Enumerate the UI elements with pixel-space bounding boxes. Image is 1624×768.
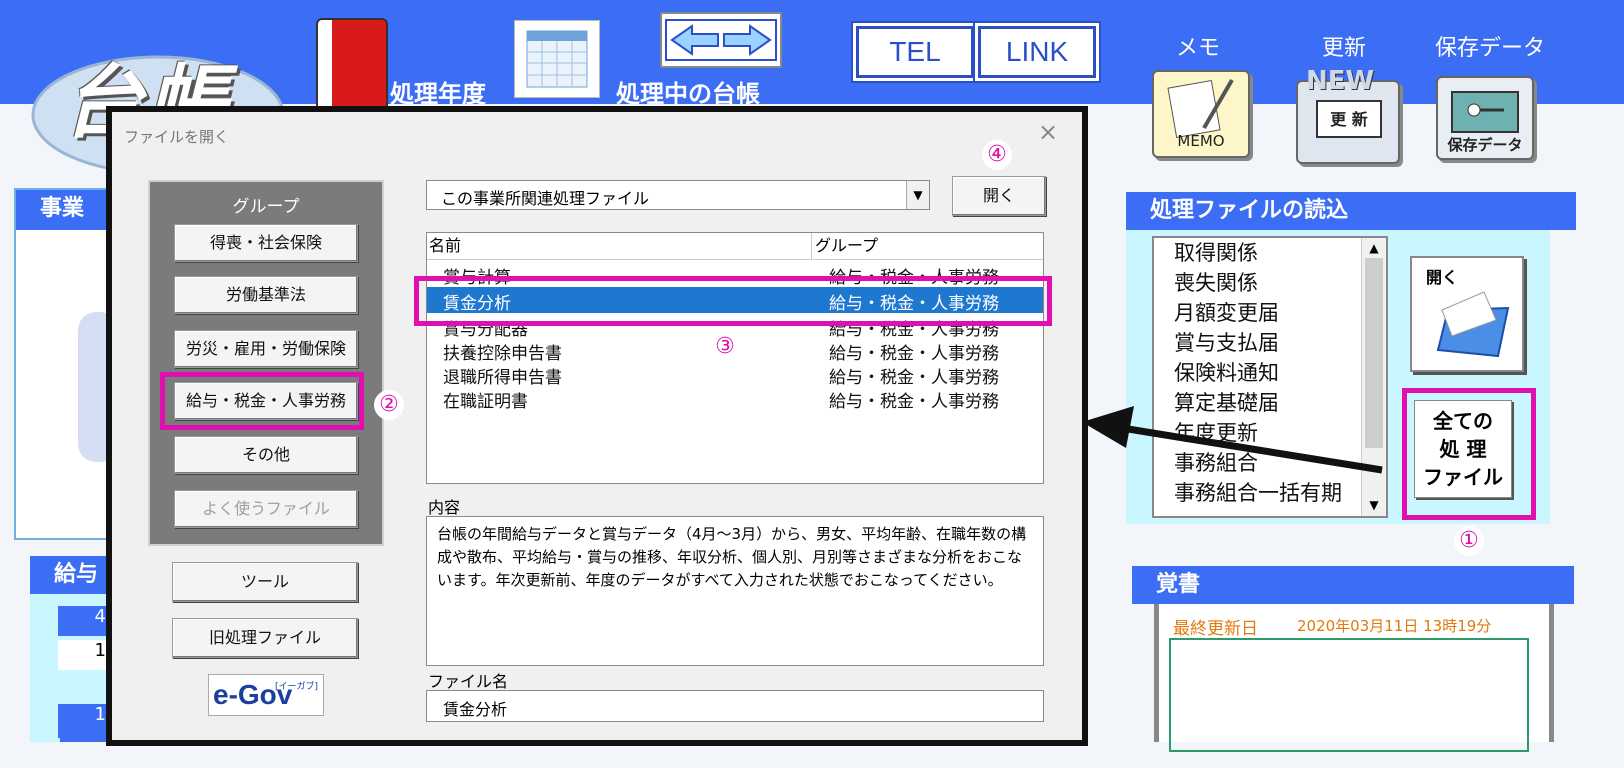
key-safe-icon (1451, 91, 1519, 133)
process-list-item[interactable]: 賞与支払届 (1174, 328, 1386, 358)
update-label: 更新 (1321, 36, 1366, 61)
filename-value: 賃金分析 (443, 700, 508, 719)
office-panel: 事業 (14, 188, 118, 540)
memo-button[interactable]: MEMO (1152, 70, 1250, 158)
marker-3: ③ (710, 332, 740, 362)
last-update-value: 2020年03月11日 13時19分 (1297, 617, 1492, 635)
new-badge-text: NEW (1306, 66, 1375, 96)
filename-input[interactable]: 賃金分析 (426, 690, 1044, 722)
egov-logo-sub: [イーガブ] (275, 682, 319, 692)
group-button-2[interactable]: 労働基準法 (174, 276, 358, 314)
close-icon[interactable]: × (1038, 118, 1058, 146)
open-folder-button[interactable]: 開く (1410, 256, 1524, 372)
salary-panel-header: 給与 (30, 556, 106, 594)
category-select[interactable]: この事業所関連処理ファイル ▼ (426, 180, 930, 210)
left-right-arrow-icon (665, 19, 777, 61)
update-icon-text: 更 新 (1330, 110, 1368, 129)
process-list-item[interactable]: 保険料通知 (1174, 358, 1386, 388)
filename-label: ファイル名 (428, 672, 509, 691)
last-update-label: 最終更新日 (1173, 619, 1258, 639)
salary-panel: 給与 4 1 1 (30, 556, 112, 742)
binder-icon (316, 18, 388, 112)
col-header-group[interactable]: グループ (813, 233, 1043, 260)
file-row[interactable]: 退職所得申告書 給与・税金・人事労務 (427, 361, 1043, 388)
all-files-button[interactable]: 全ての 処 理 ファイル (1414, 400, 1512, 498)
dialog-open-button[interactable]: 開く (952, 176, 1046, 216)
memo-panel: 最終更新日 2020年03月11日 13時19分 (1154, 604, 1554, 752)
file-highlight (414, 276, 1052, 326)
scroll-up-icon[interactable]: ▲ (1362, 238, 1386, 258)
save-data-button[interactable]: 保存データ (1436, 76, 1534, 160)
group-button-1[interactable]: 得喪・社会保険 (174, 224, 358, 262)
process-list-item[interactable]: 月額変更届 (1174, 298, 1386, 328)
scroll-down-icon[interactable]: ▼ (1362, 498, 1386, 512)
year-label: 処理年度 (390, 80, 486, 108)
folder-icon (1436, 291, 1510, 358)
pointer-arrow-icon (1082, 406, 1383, 474)
calendar-grid-icon (526, 30, 588, 88)
marker-1: ① (1454, 526, 1484, 556)
memo-header: 覚書 (1132, 566, 1574, 604)
all-files-line-3: ファイル (1423, 465, 1503, 489)
old-files-button[interactable]: 旧処理ファイル (172, 618, 358, 658)
content-box: 台帳の年間給与データと賞与データ（4月～3月）から、男女、平均年齢、在職年数の構… (426, 516, 1044, 666)
tool-button[interactable]: ツール (172, 562, 358, 602)
memo-label: メモ (1175, 36, 1220, 61)
salary-cell-b: 1 (58, 640, 112, 670)
calendar-icon[interactable] (514, 20, 600, 98)
egov-logo[interactable]: e-Gov [イーガブ] (208, 674, 324, 716)
save-data-label: 保存データ (1434, 36, 1545, 61)
salary-cell-a: 4 (58, 606, 112, 636)
update-button[interactable]: NEW 更 新 (1296, 66, 1400, 164)
link-button[interactable]: LINK (978, 26, 1096, 78)
ledger-label: 処理中の台帳 (616, 80, 760, 108)
category-select-value: この事業所関連処理ファイル (441, 189, 650, 208)
group-highlight (160, 372, 364, 430)
office-panel-header: 事業 (16, 190, 116, 230)
group-button-6[interactable]: よく使うファイル (174, 490, 358, 528)
process-list-item[interactable]: 取得関係 (1174, 238, 1386, 268)
save-icon-text: 保存データ (1447, 136, 1523, 154)
marker-4: ④ (982, 140, 1012, 170)
group-button-3[interactable]: 労災・雇用・労働保険 (174, 330, 358, 368)
open-file-dialog: ファイルを開く × グループ 得喪・社会保険 労働基準法労災・雇用・労働保険給与・… (106, 106, 1088, 746)
memo-icon-text: MEMO (1177, 132, 1225, 150)
file-group: 給与・税金・人事労務 (829, 392, 999, 412)
dialog-title: ファイルを開く (124, 128, 230, 146)
marker-2: ② (374, 390, 404, 420)
all-files-line-2: 処 理 (1439, 437, 1487, 461)
content-label: 内容 (428, 498, 461, 517)
memo-textbox[interactable] (1169, 638, 1529, 752)
tel-button[interactable]: TEL (856, 26, 974, 78)
process-list-item[interactable]: 喪失関係 (1174, 268, 1386, 298)
content-text: 台帳の年間給与データと賞与データ（4月～3月）から、男女、平均年齢、在職年数の構… (437, 525, 1027, 589)
group-button-5[interactable]: その他 (174, 436, 358, 474)
chevron-down-icon[interactable]: ▼ (906, 181, 929, 209)
salary-cell-c: 1 (58, 704, 112, 738)
group-panel-title: グループ (232, 197, 300, 217)
file-row[interactable]: 在職証明書 給与・税金・人事労務 (427, 385, 1043, 412)
file-name: 在職証明書 (443, 392, 528, 412)
col-header-name[interactable]: 名前 (427, 233, 812, 260)
all-files-line-1: 全ての (1433, 409, 1493, 433)
switch-arrow-button[interactable] (660, 12, 782, 68)
load-files-header: 処理ファイルの読込 (1126, 192, 1576, 230)
